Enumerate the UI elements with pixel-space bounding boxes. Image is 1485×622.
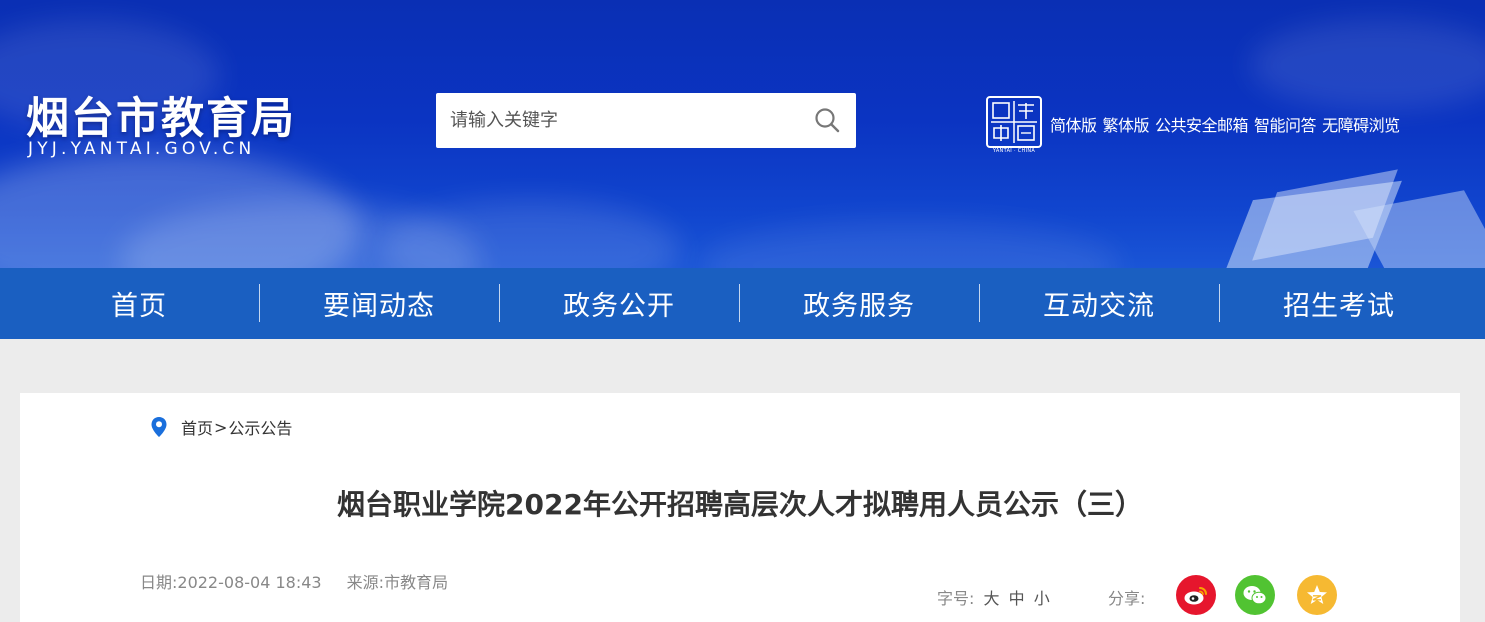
search-box: [436, 93, 856, 148]
breadcrumb-current[interactable]: 公示公告: [228, 415, 292, 439]
search-icon[interactable]: [814, 107, 840, 133]
article-meta: 日期:2022-08-04 18:43 来源:市教育局: [140, 569, 468, 593]
seal-caption: YANTAI · CHINA: [992, 148, 1036, 154]
top-links: 简体版 繁体版 公共安全邮箱 智能问答 无障碍浏览: [1050, 112, 1400, 136]
font-size-medium[interactable]: 中: [1009, 589, 1025, 608]
qzone-star-icon[interactable]: [1297, 575, 1337, 615]
link-simplified[interactable]: 简体版: [1050, 112, 1097, 136]
font-size-label: 字号:: [937, 589, 975, 608]
location-pin-icon: [150, 416, 168, 438]
article-card: 首页 > 公示公告 烟台职业学院2022年公开招聘高层次人才拟聘用人员公示（三）…: [20, 393, 1460, 622]
article-date: 日期:2022-08-04 18:43: [140, 573, 322, 592]
link-smart-qa[interactable]: 智能问答: [1254, 112, 1317, 136]
nav-item-interaction[interactable]: 互动交流: [979, 268, 1219, 339]
nav-item-admissions-exams[interactable]: 招生考试: [1219, 268, 1459, 339]
search-input[interactable]: [436, 93, 796, 148]
breadcrumb: 首页 > 公示公告: [150, 415, 292, 439]
site-logo-domain: JYJ.YANTAI.GOV.CN: [28, 139, 256, 159]
article-title: 烟台职业学院2022年公开招聘高层次人才拟聘用人员公示（三）: [337, 488, 1143, 521]
link-safety-mailbox[interactable]: 公共安全邮箱: [1155, 112, 1249, 136]
font-size-control: 字号: 大 中 小: [937, 585, 1050, 609]
article-source: 来源:市教育局: [346, 573, 449, 592]
yantai-china-seal-logo: YANTAI · CHINA: [985, 95, 1043, 157]
nav-item-home[interactable]: 首页: [19, 268, 259, 339]
link-traditional[interactable]: 繁体版: [1103, 112, 1150, 136]
nav-item-news[interactable]: 要闻动态: [259, 268, 499, 339]
link-accessibility[interactable]: 无障碍浏览: [1322, 112, 1400, 136]
nav-item-government-services[interactable]: 政务服务: [739, 268, 979, 339]
font-size-large[interactable]: 大: [984, 589, 1000, 608]
nav-item-open-government[interactable]: 政务公开: [499, 268, 739, 339]
weibo-icon[interactable]: [1176, 575, 1216, 615]
breadcrumb-home[interactable]: 首页: [181, 415, 213, 439]
share-label: 分享:: [1108, 589, 1146, 608]
main-nav: 首页 要闻动态 政务公开 政务服务 互动交流 招生考试: [0, 268, 1485, 339]
font-size-small[interactable]: 小: [1034, 589, 1050, 608]
site-logo-title[interactable]: 烟台市教育局: [26, 84, 296, 146]
breadcrumb-separator: >: [214, 417, 228, 437]
header-banner: 烟台市教育局 JYJ.YANTAI.GOV.CN YANTAI · CHINA …: [0, 0, 1485, 268]
wechat-icon[interactable]: [1235, 575, 1275, 615]
